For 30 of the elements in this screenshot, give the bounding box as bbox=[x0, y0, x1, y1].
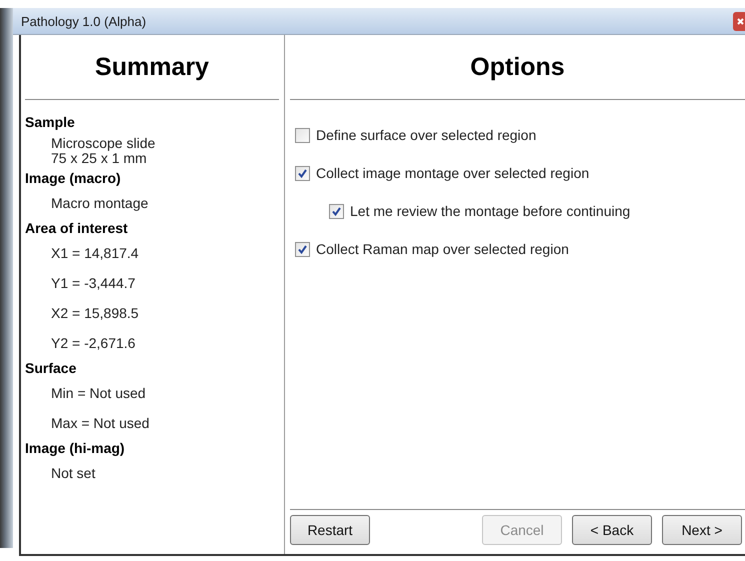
checkbox[interactable] bbox=[295, 166, 310, 180]
wizard-button[interactable]: Next > bbox=[662, 515, 742, 545]
option-label[interactable]: Define surface over selected region bbox=[316, 127, 536, 143]
summary-title: Summary bbox=[25, 35, 279, 100]
section-heading: Sample bbox=[25, 113, 76, 132]
close-icon[interactable] bbox=[733, 12, 745, 30]
summary-value: 75 x 25 x 1 mm bbox=[50, 151, 148, 166]
checkbox[interactable] bbox=[295, 128, 310, 142]
wizard-button[interactable]: < Back bbox=[572, 515, 652, 545]
checkbox[interactable] bbox=[329, 204, 344, 218]
section-heading: Surface bbox=[25, 359, 78, 378]
summary-value: Macro montage bbox=[50, 194, 150, 213]
section-heading: Area of interest bbox=[25, 219, 129, 238]
options-title: Options bbox=[290, 35, 745, 100]
window-title: Pathology 1.0 (Alpha) bbox=[21, 14, 146, 28]
summary-value: Max = Not used bbox=[50, 414, 150, 433]
section-heading: Image (macro) bbox=[25, 169, 122, 188]
section-heading: Image (hi-mag) bbox=[25, 439, 126, 458]
summary-value: Y1 = -3,444.7 bbox=[50, 274, 136, 293]
summary-value: X1 = 14,817.4 bbox=[50, 244, 140, 263]
wizard-button[interactable]: Restart bbox=[290, 515, 370, 545]
checkbox[interactable] bbox=[295, 242, 310, 256]
option-label[interactable]: Collect image montage over selected region bbox=[316, 165, 590, 181]
option-label[interactable]: Let me review the montage before continuing bbox=[350, 203, 630, 219]
summary-value: Microscope slide bbox=[50, 136, 156, 151]
option-label[interactable]: Collect Raman map over selected region bbox=[316, 241, 569, 257]
summary-value: Y2 = -2,671.6 bbox=[50, 334, 136, 353]
summary-value: Min = Not used bbox=[50, 384, 147, 403]
summary-value: Not set bbox=[50, 464, 96, 483]
summary-value: X2 = 15,898.5 bbox=[50, 304, 140, 323]
